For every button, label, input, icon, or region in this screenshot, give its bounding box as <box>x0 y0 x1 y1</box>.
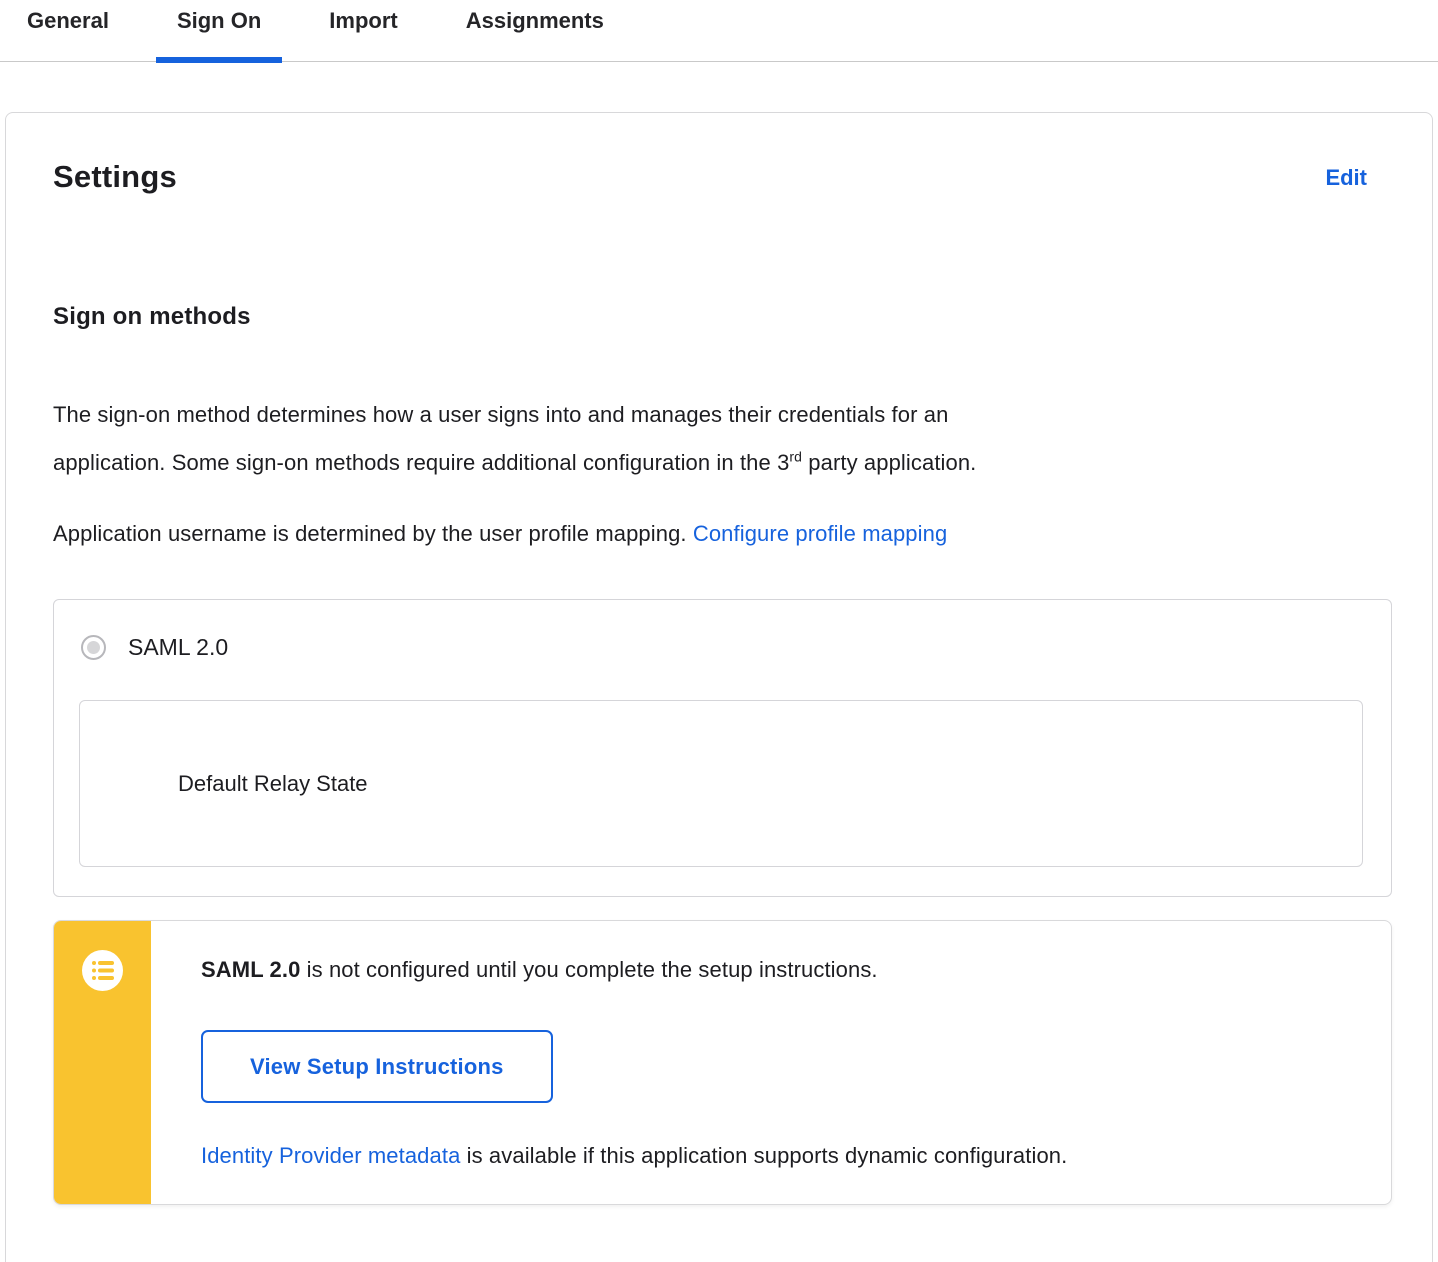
notice-method-name: SAML 2.0 <box>201 957 301 982</box>
view-setup-instructions-button[interactable]: View Setup Instructions <box>201 1030 553 1103</box>
default-relay-state-field: Default Relay State <box>79 700 1363 867</box>
tab-general[interactable]: General <box>6 0 130 62</box>
identity-provider-metadata-link[interactable]: Identity Provider metadata <box>201 1143 460 1168</box>
description-line-2: application. Some sign-on methods requir… <box>53 448 977 475</box>
edit-link[interactable]: Edit <box>1325 165 1367 191</box>
sign-on-methods-description: The sign-on method determines how a user… <box>53 391 1392 487</box>
notice-accent-band <box>54 921 151 1204</box>
tab-import[interactable]: Import <box>308 0 418 62</box>
notice-content: SAML 2.0 is not configured until you com… <box>201 921 1391 1169</box>
settings-title: Settings <box>53 159 177 194</box>
settings-card: Settings Edit Sign on methods The sign-o… <box>5 112 1433 1262</box>
username-note: Application username is determined by th… <box>53 510 1392 558</box>
metadata-line: Identity Provider metadata is available … <box>201 1143 1391 1169</box>
tab-assignments[interactable]: Assignments <box>445 0 625 62</box>
settings-card-header: Settings Edit <box>53 159 1392 195</box>
tab-sign-on[interactable]: Sign On <box>155 0 283 63</box>
configure-profile-mapping-link[interactable]: Configure profile mapping <box>693 521 947 546</box>
saml-radio-label[interactable]: SAML 2.0 <box>128 634 228 661</box>
notice-message: SAML 2.0 is not configured until you com… <box>201 955 1391 985</box>
radio-dot <box>87 641 100 654</box>
saml-radio-button[interactable] <box>81 635 106 660</box>
setup-notice-box: SAML 2.0 is not configured until you com… <box>53 920 1392 1205</box>
sign-on-methods-heading: Sign on methods <box>53 303 251 330</box>
metadata-message-text: is available if this application support… <box>460 1143 1068 1168</box>
saml-radio-row: SAML 2.0 <box>54 600 1391 661</box>
saml-method-box: SAML 2.0 Default Relay State <box>53 599 1392 897</box>
list-icon <box>82 950 123 991</box>
app-tab-bar: General Sign On Import Assignments <box>0 0 1438 63</box>
ordinal-superscript: rd <box>789 448 803 465</box>
notice-message-text: is not configured until you complete the… <box>300 957 878 982</box>
username-note-text: Application username is determined by th… <box>53 521 693 546</box>
default-relay-state-label: Default Relay State <box>178 770 368 796</box>
description-line-1: The sign-on method determines how a user… <box>53 402 949 427</box>
